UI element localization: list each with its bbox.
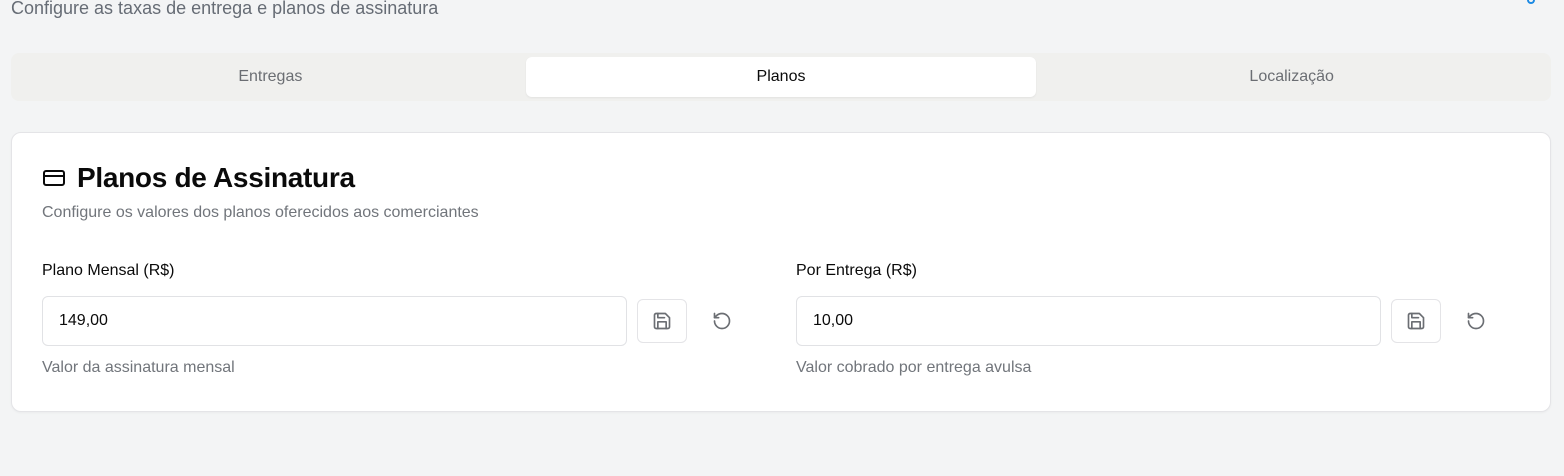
per-delivery-help: Valor cobrado por entrega avulsa <box>796 359 1032 376</box>
reset-icon <box>713 312 730 330</box>
monthly-plan-reset-button[interactable] <box>701 299 742 343</box>
reset-icon <box>1467 312 1484 330</box>
per-delivery-input[interactable] <box>796 296 1381 346</box>
settings-page: Configure as taxas de entrega e planos d… <box>0 0 1564 476</box>
tab-entregas[interactable]: Entregas <box>15 57 526 97</box>
tab-planos[interactable]: Planos <box>525 57 1037 97</box>
card-description: Configure os valores dos planos oferecid… <box>42 204 479 221</box>
per-delivery-row <box>796 296 1496 346</box>
monthly-plan-help: Valor da assinatura mensal <box>42 359 235 376</box>
monthly-plan-label: Plano Mensal (R$) <box>42 262 175 279</box>
per-delivery-reset-button[interactable] <box>1455 299 1496 343</box>
per-delivery-field: Por Entrega (R$) Valor cob <box>796 261 1496 378</box>
credit-card-icon <box>43 170 65 186</box>
card-title: Planos de Assinatura <box>77 162 355 193</box>
monthly-plan-row <box>42 296 742 346</box>
tab-localizacao[interactable]: Localização <box>1036 57 1547 97</box>
monthly-plan-input[interactable] <box>42 296 627 346</box>
per-delivery-label: Por Entrega (R$) <box>796 262 917 279</box>
save-icon <box>653 312 671 330</box>
per-delivery-save-button[interactable] <box>1390 299 1442 343</box>
monthly-plan-field: Plano Mensal (R$) Valor da <box>42 261 742 378</box>
card-header: Planos de Assinatura <box>42 161 355 195</box>
plans-card: Planos de Assinatura Configure os valore… <box>11 132 1551 412</box>
tab-bar: Entregas Planos Localização <box>11 53 1551 101</box>
save-icon <box>1407 312 1425 330</box>
monthly-plan-save-button[interactable] <box>636 299 688 343</box>
corner-partial-icon <box>1527 0 1535 4</box>
page-subtitle: Configure as taxas de entrega e planos d… <box>11 0 439 18</box>
